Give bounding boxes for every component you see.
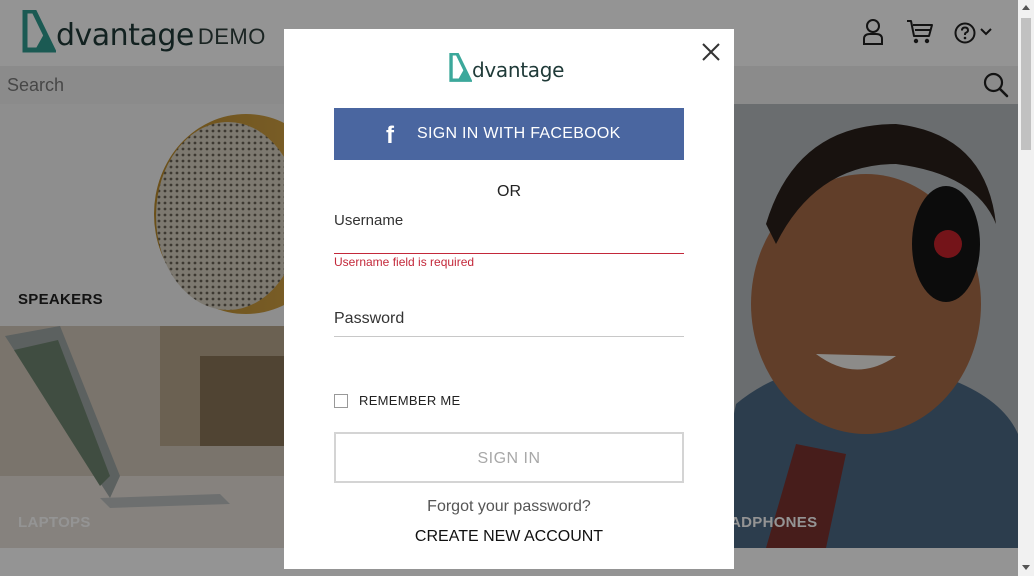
- password-underline: [334, 336, 684, 337]
- page-scrollbar[interactable]: [1018, 0, 1034, 576]
- username-underline: [334, 253, 684, 254]
- username-error: Username field is required: [334, 255, 475, 269]
- page: dvantage DEMO Search SPEAKERS LAPTOPS AD…: [0, 0, 1018, 576]
- scrollbar-thumb[interactable]: [1021, 18, 1031, 150]
- modal-logo-text: dvantage: [472, 58, 565, 82]
- username-field[interactable]: [334, 231, 684, 253]
- create-account-link[interactable]: CREATE NEW ACCOUNT: [284, 528, 734, 546]
- remember-me: REMEMBER ME: [334, 393, 461, 408]
- forgot-password-link[interactable]: Forgot your password?: [284, 498, 734, 516]
- or-divider: OR: [497, 183, 521, 200]
- password-field[interactable]: [334, 311, 684, 333]
- facebook-signin-button[interactable]: f SIGN IN WITH FACEBOOK: [334, 108, 684, 160]
- remember-me-checkbox[interactable]: [334, 393, 348, 408]
- logo-mark-icon: [449, 53, 472, 82]
- modal-logo: dvantage: [449, 53, 564, 83]
- sign-in-label: SIGN IN: [477, 450, 541, 467]
- scroll-down-icon[interactable]: [1022, 565, 1030, 570]
- facebook-icon: f: [386, 122, 394, 149]
- facebook-signin-label: SIGN IN WITH FACEBOOK: [417, 125, 621, 142]
- login-modal: dvantage f SIGN IN WITH FACEBOOK OR User…: [284, 29, 734, 569]
- close-icon[interactable]: [700, 41, 722, 63]
- remember-me-label: REMEMBER ME: [359, 393, 461, 408]
- username-label: Username: [334, 212, 404, 229]
- scroll-up-icon[interactable]: [1022, 5, 1030, 10]
- sign-in-button[interactable]: SIGN IN: [334, 432, 684, 483]
